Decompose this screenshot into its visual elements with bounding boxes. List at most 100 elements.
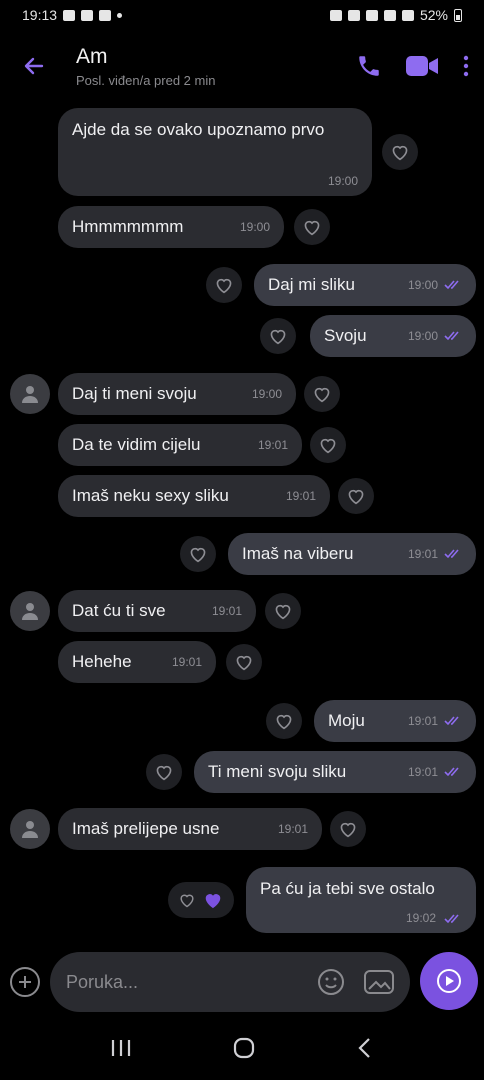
message-incoming[interactable]: Dat ću ti sve 19:01	[58, 590, 256, 632]
message-time: 19:01	[257, 438, 288, 452]
more-vertical-icon	[463, 55, 469, 77]
message-outgoing[interactable]: Daj mi sliku 19:00	[254, 264, 476, 306]
gallery-icon	[364, 970, 394, 994]
message-time: 19:00	[327, 174, 358, 188]
message-outgoing[interactable]: Imaš na viberu 19:01	[228, 533, 476, 575]
youtube-notification-icon	[81, 9, 94, 21]
more-options-button[interactable]	[462, 46, 470, 86]
add-button[interactable]	[10, 967, 40, 997]
like-button[interactable]	[338, 478, 374, 514]
read-ticks-icon	[444, 767, 462, 777]
message-time: 19:00	[251, 387, 282, 401]
heart-icon	[190, 547, 206, 563]
message-input[interactable]	[66, 971, 286, 993]
message-incoming[interactable]: Imaš neku sexy sliku 19:01	[58, 475, 330, 517]
read-ticks-icon	[444, 280, 462, 290]
message-outgoing[interactable]: Svoju 19:00	[310, 315, 476, 357]
like-button[interactable]	[294, 209, 330, 245]
read-ticks-icon	[444, 716, 462, 726]
message-text: Svoju	[324, 326, 367, 345]
message-text: Daj mi sliku	[268, 275, 355, 294]
like-button[interactable]	[226, 644, 262, 680]
message-time: 19:00	[239, 220, 270, 234]
heart-icon	[392, 145, 408, 161]
instagram-notification-icon	[99, 9, 112, 21]
message-time: 19:01	[285, 489, 316, 503]
message-time: 19:00	[407, 329, 438, 343]
message-text: Dat ću ti sve	[72, 601, 166, 620]
gallery-button[interactable]	[362, 967, 396, 1002]
message-text: Hmmmmmmm	[72, 217, 184, 236]
like-button[interactable]	[330, 811, 366, 847]
more-notifications-icon	[117, 12, 123, 18]
wifi-icon	[383, 9, 396, 21]
home-button[interactable]	[232, 1036, 256, 1065]
like-button[interactable]	[382, 134, 418, 170]
person-icon	[22, 386, 38, 403]
message-text: Da te vidim cijelu	[72, 435, 201, 454]
like-button[interactable]	[310, 427, 346, 463]
message-text: Ti meni svoju sliku	[208, 762, 347, 781]
message-text: Pa ću ja tebi sve ostalo	[260, 879, 435, 898]
heart-icon	[314, 387, 330, 403]
message-time: 19:01	[407, 765, 438, 779]
message-time: 19:00	[407, 278, 438, 292]
message-incoming[interactable]: Da te vidim cijelu 19:01	[58, 424, 302, 466]
emoji-button[interactable]	[316, 967, 346, 1002]
message-time: 19:01	[211, 604, 242, 618]
like-button[interactable]	[260, 318, 296, 354]
message-input-container[interactable]	[50, 952, 410, 1012]
plus-icon	[19, 976, 31, 988]
message-incoming[interactable]: Hehehe 19:01	[58, 641, 216, 683]
message-incoming[interactable]: Ajde da se ovako upoznamo prvo 19:00	[58, 108, 372, 196]
location-icon	[365, 9, 378, 21]
like-button[interactable]	[304, 376, 340, 412]
signal-icon	[401, 9, 414, 21]
heart-icon	[216, 278, 232, 294]
like-button[interactable]	[265, 593, 301, 629]
composer	[0, 950, 484, 1020]
home-icon	[233, 1037, 255, 1058]
message-outgoing[interactable]: Pa ću ja tebi sve ostalo 19:02	[246, 867, 476, 933]
read-ticks-icon	[444, 331, 462, 341]
video-call-button[interactable]	[404, 46, 440, 86]
like-button[interactable]	[180, 536, 216, 572]
voice-call-button[interactable]	[356, 46, 382, 86]
contact-name: Am	[76, 44, 108, 68]
message-time: 19:01	[277, 822, 308, 836]
message-outgoing[interactable]: Moju 19:01	[314, 700, 476, 742]
message-text: Daj ti meni svoju	[72, 384, 197, 403]
message-outgoing[interactable]: Ti meni svoju sliku 19:01	[194, 751, 476, 793]
heart-icon	[156, 765, 172, 781]
contact-avatar[interactable]	[10, 591, 50, 631]
heart-icon	[320, 438, 336, 454]
message-text: Imaš na viberu	[242, 544, 354, 563]
back-nav-button[interactable]	[355, 1036, 375, 1065]
like-button[interactable]	[146, 754, 182, 790]
message-text: Ajde da se ovako upoznamo prvo	[72, 120, 325, 139]
like-button[interactable]	[206, 267, 242, 303]
heart-icon	[348, 489, 364, 505]
like-button[interactable]	[266, 703, 302, 739]
message-list[interactable]: Ajde da se ovako upoznamo prvo 19:00 Hmm…	[0, 100, 484, 940]
message-incoming[interactable]: Daj ti meni svoju 19:00	[58, 373, 296, 415]
message-incoming[interactable]: Imaš prelijepe usne 19:01	[58, 808, 322, 850]
message-incoming[interactable]: Hmmmmmmm 19:00	[58, 206, 284, 248]
back-button[interactable]	[12, 44, 56, 88]
person-icon	[22, 603, 38, 620]
status-bar: 19:13 52%	[0, 0, 484, 30]
contact-avatar[interactable]	[10, 374, 50, 414]
message-text: Moju	[328, 711, 365, 730]
voice-message-button[interactable]	[420, 952, 478, 1010]
read-ticks-icon	[444, 914, 462, 924]
contact-avatar[interactable]	[10, 809, 50, 849]
recent-apps-button[interactable]	[109, 1038, 133, 1063]
battery-percent: 52%	[419, 7, 448, 23]
contact-info[interactable]: Am Posl. viđen/a pred 2 min	[76, 45, 215, 88]
phone-icon	[359, 56, 379, 76]
reactions-group[interactable]	[168, 882, 234, 918]
message-text: Imaš neku sexy sliku	[72, 486, 229, 505]
recent-apps-icon	[112, 1039, 131, 1056]
message-text: Hehehe	[72, 652, 132, 671]
message-time: 19:02	[405, 911, 436, 925]
